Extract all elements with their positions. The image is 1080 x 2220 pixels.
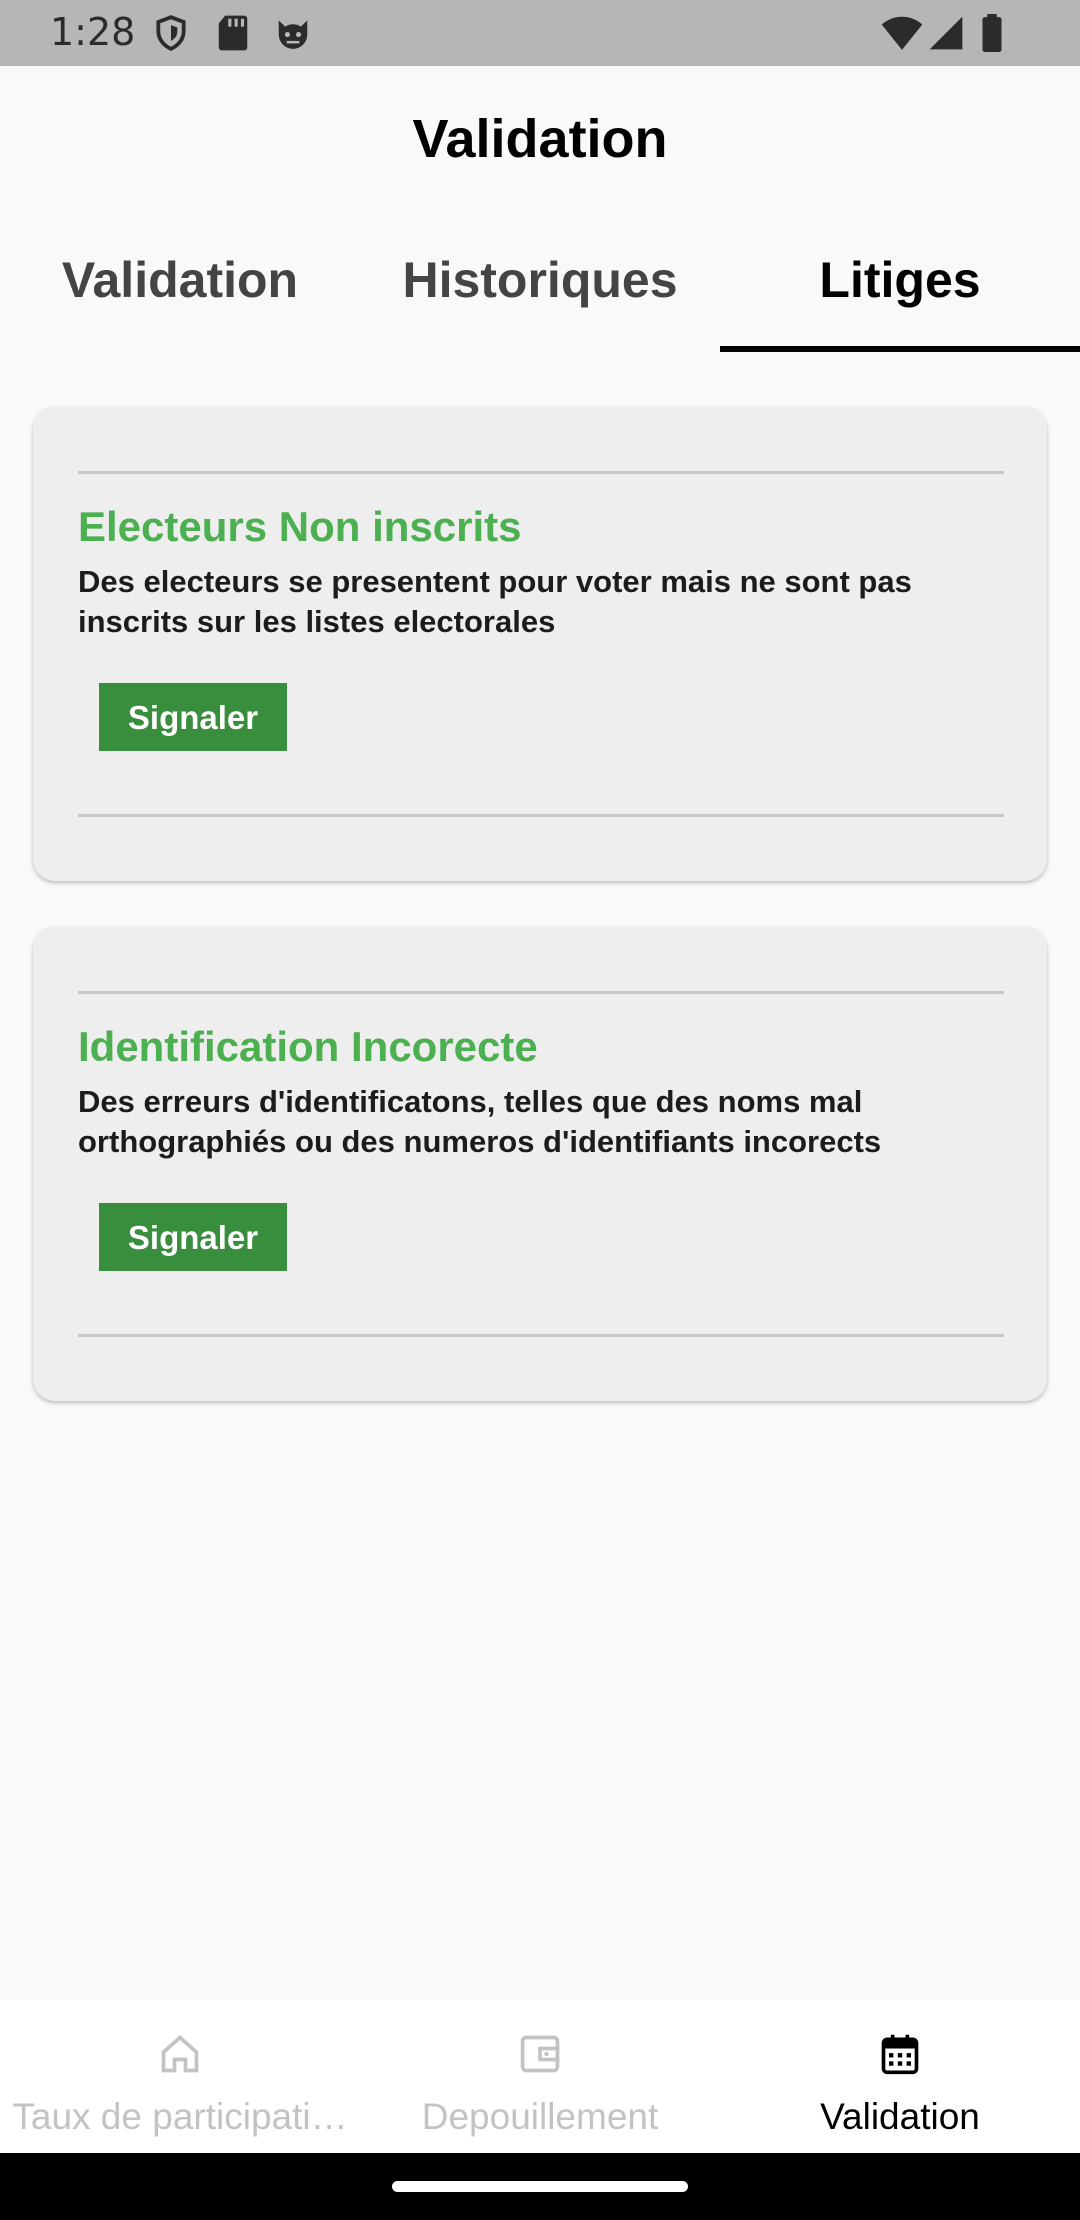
- report-button[interactable]: Signaler: [99, 683, 287, 751]
- card-divider-top: [78, 471, 1004, 474]
- nav-item-depouillement[interactable]: Depouillement: [360, 2000, 720, 2153]
- tab-historiques[interactable]: Historiques: [360, 240, 720, 352]
- card-title: Identification Incorecte: [78, 1023, 538, 1070]
- tab-validation[interactable]: Validation: [0, 240, 360, 352]
- card-divider-top: [78, 991, 1004, 994]
- report-button[interactable]: Signaler: [99, 1203, 287, 1271]
- card-description: Des electeurs se presentent pour voter m…: [78, 564, 912, 639]
- status-bar: 1:28: [0, 0, 1080, 66]
- signal-icon: [928, 14, 964, 57]
- home-gesture-handle[interactable]: [392, 2181, 688, 2192]
- tab-bar: Validation Historiques Litiges: [0, 240, 1080, 352]
- card-title: Electeurs Non inscrits: [78, 503, 522, 550]
- nav-label: Validation: [820, 2096, 980, 2137]
- dispute-card: Electeurs Non inscrits Des electeurs se …: [33, 407, 1047, 881]
- tab-litiges[interactable]: Litiges: [720, 240, 1080, 352]
- sd-card-icon: [216, 14, 250, 57]
- card-divider-bottom: [78, 814, 1004, 817]
- card-description: Des erreurs d'identificatons, telles que…: [78, 1084, 882, 1159]
- nav-item-taux-de-participation[interactable]: Taux de participati…: [0, 2000, 360, 2153]
- wifi-icon: [880, 14, 924, 57]
- gesture-bar: [0, 2153, 1080, 2220]
- dispute-card: Identification Incorecte Des erreurs d'i…: [33, 927, 1047, 1401]
- nav-label: Depouillement: [421, 2096, 659, 2137]
- page-title: Validation: [412, 109, 668, 169]
- battery-icon: [980, 14, 1004, 57]
- nav-item-validation[interactable]: Validation: [720, 2000, 1080, 2153]
- active-tab-indicator: [720, 346, 1080, 352]
- shield-icon: [152, 14, 190, 57]
- calendar-icon: [878, 2032, 922, 2076]
- status-time: 1:28: [50, 10, 136, 54]
- cat-face-icon: [274, 14, 312, 57]
- card-divider-bottom: [78, 1334, 1004, 1337]
- home-icon: [158, 2032, 202, 2076]
- nav-label: Taux de participati…: [12, 2096, 348, 2137]
- bottom-navigation: Taux de participati… Depouillement Valid…: [0, 2000, 1080, 2153]
- wallet-icon: [518, 2032, 562, 2076]
